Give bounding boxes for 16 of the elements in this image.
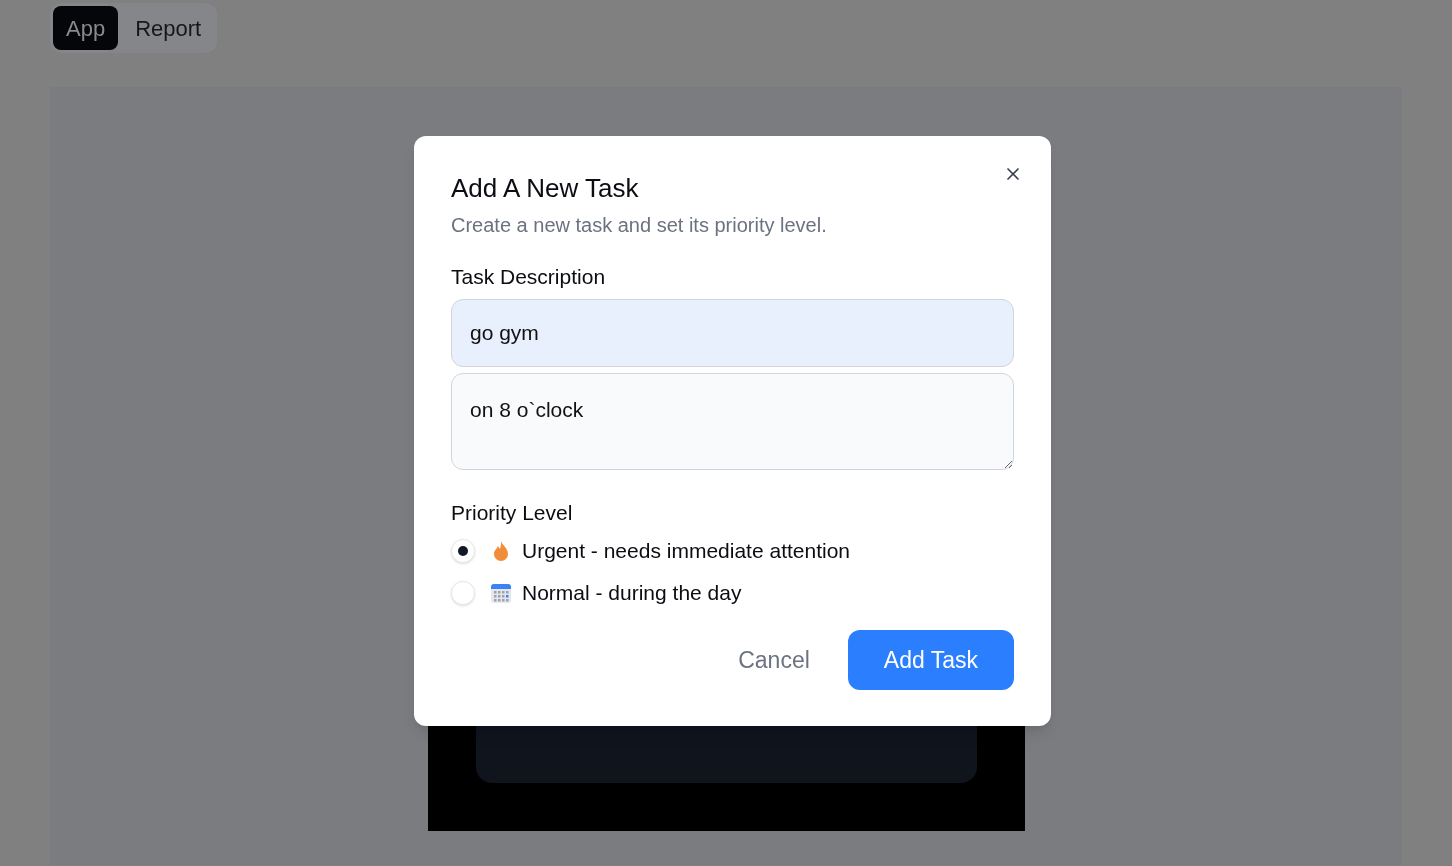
task-title-field[interactable]: go gym <box>451 299 1014 367</box>
priority-option-label: Urgent - needs immediate attention <box>522 538 850 565</box>
nav-tab[interactable]: App <box>53 6 119 50</box>
radio-button[interactable] <box>451 581 475 605</box>
add-task-button[interactable]: Add Task <box>847 630 1014 690</box>
dialog-title: Add A New Task <box>451 172 640 205</box>
task-details-field[interactable]: on 8 o`clock <box>451 373 1014 470</box>
field-label: Task Description <box>451 264 607 290</box>
flame-icon <box>492 540 510 562</box>
cancel-button[interactable]: Cancel <box>736 630 812 690</box>
calendar-icon <box>490 582 512 604</box>
priority-label: Priority Level <box>451 500 574 526</box>
dialog-subtitle: Create a new task and set its priority level. <box>451 213 828 238</box>
nav-tab[interactable]: Report <box>122 6 215 50</box>
priority-option-label: Normal - during the day <box>522 580 742 607</box>
radio-button[interactable] <box>451 539 475 563</box>
